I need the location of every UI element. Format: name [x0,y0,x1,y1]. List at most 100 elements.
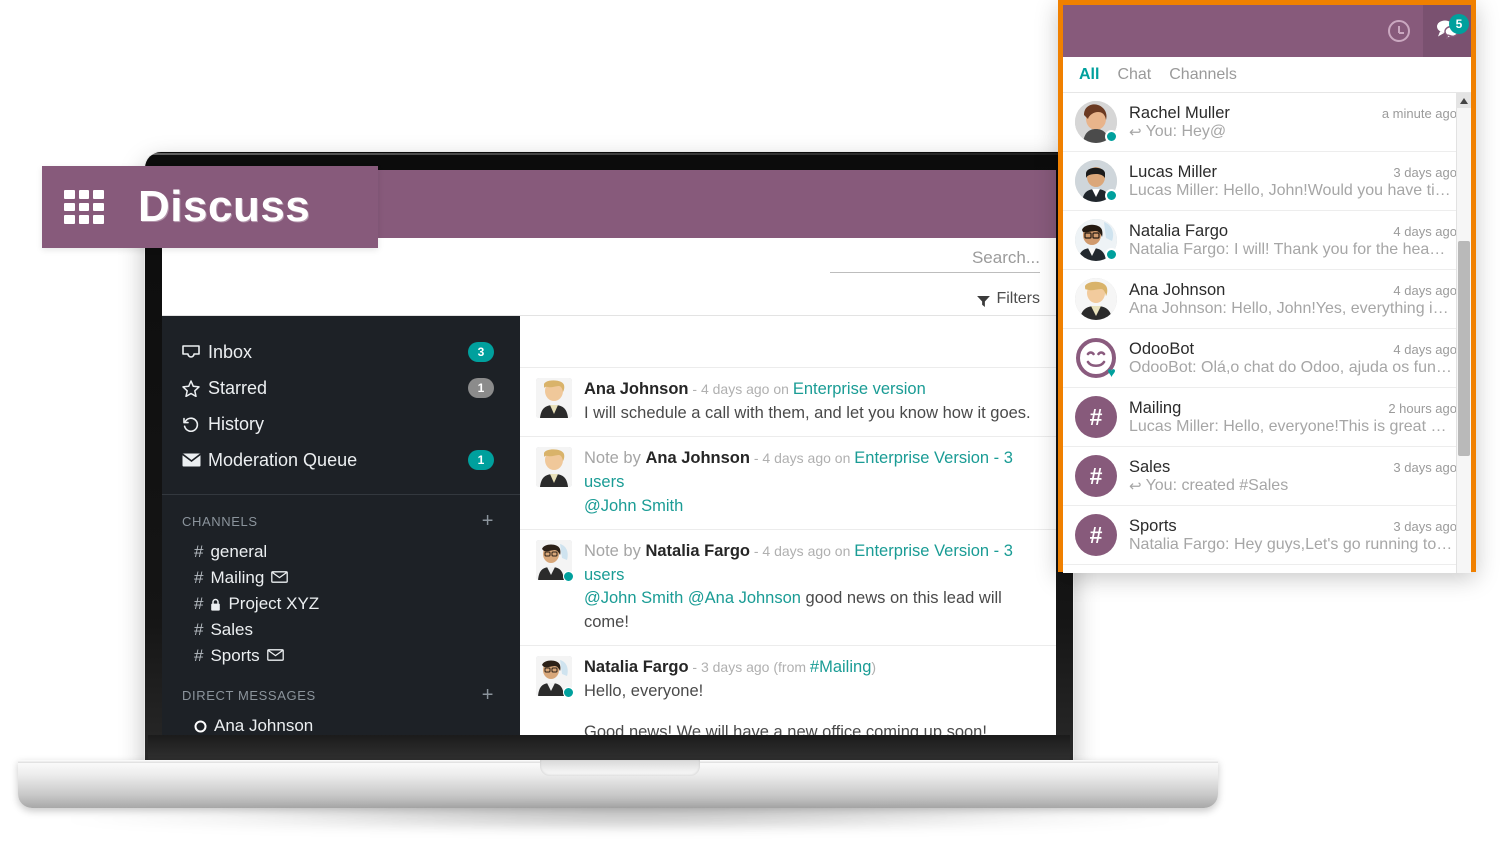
avatar [536,378,572,422]
thread-title-row: Rachel Muller a minute ago [1129,104,1457,123]
message-author: Ana Johnson [584,380,689,398]
scroll-up-arrow-icon[interactable] [1456,93,1471,108]
activity-menu-button[interactable] [1375,5,1423,57]
sidebar-channel-project-xyz[interactable]: # Project XYZ [162,591,520,617]
reply-arrow-icon: ↩ [1129,123,1142,141]
sidebar-item-starred[interactable]: Starred 1 [162,370,520,406]
message-author: Natalia Fargo [645,541,750,560]
thread-title-row: Ana Johnson 4 days ago [1129,281,1457,300]
systray: 5 [1063,5,1471,57]
tab-channels[interactable]: Channels [1169,66,1237,84]
mention-ana-johnson[interactable]: @Ana Johnson [688,589,801,607]
mention-john-smith[interactable]: @John Smith [584,497,683,515]
sidebar-item-moderation-queue[interactable]: Moderation Queue 1 [162,442,520,478]
dm-header-label: DIRECT MESSAGES [182,687,316,703]
message-record-link[interactable]: Enterprise version [793,380,926,398]
thread-list-scrollbar[interactable] [1456,93,1471,573]
scrollbar-thumb[interactable] [1458,241,1470,456]
thread-item-sports[interactable]: # Sports 3 days ago Natalia Fargo: Hey g… [1063,506,1471,565]
app-body: Inbox 3 Starred 1 History Moderation Que… [162,316,1056,745]
sidebar-channel-mailing[interactable]: # Mailing [162,565,520,591]
tab-chat[interactable]: Chat [1117,66,1151,84]
thread-item-odoobot[interactable]: ♥ OdooBot 4 days ago OdooBot: Olá,o chat… [1063,329,1471,388]
inbox-icon [182,344,208,360]
message-text: I will schedule a call with them, and le… [584,403,1031,422]
apps-grid-icon[interactable] [64,190,104,224]
thread-preview: OdooBot: Olá,o chat do Odoo, ajuda os fu… [1129,359,1457,377]
messaging-menu-button[interactable]: 5 [1423,5,1471,57]
message-row[interactable]: Natalia Fargo - 3 days ago (from #Mailin… [520,646,1056,745]
thread-time: 3 days ago [1393,459,1457,475]
message-channel-link[interactable]: #Mailing [810,658,871,676]
star-icon [182,379,208,397]
sidebar-channel-general[interactable]: # general [162,539,520,565]
thread-time: 2 hours ago [1388,400,1457,416]
thread-name: Lucas Miller [1129,162,1218,181]
avatar: # [1075,455,1117,497]
thread-info: OdooBot 4 days ago OdooBot: Olá,o chat d… [1129,340,1457,377]
control-panel: Search... Filters [162,238,1056,316]
hash-icon: # [194,646,204,665]
avatar: ♥ [1075,337,1117,379]
search-input[interactable]: Search... [830,248,1040,273]
thread-item-lucas-miller[interactable]: Lucas Miller 3 days ago Lucas Miller: He… [1063,152,1471,211]
mention-john-smith[interactable]: @John Smith [584,589,683,607]
thread-title-row: Sports 3 days ago [1129,517,1457,536]
thread-title-row: Sales 3 days ago [1129,458,1457,477]
tab-all[interactable]: All [1079,66,1099,84]
note-prefix: Note by [584,541,646,560]
thread-time: 4 days ago [1393,282,1457,298]
thread-item-sales[interactable]: # Sales 3 days ago ↩ You: created #Sales [1063,447,1471,506]
hash-icon: # [1075,455,1117,497]
message-meta: - 3 days ago (from [688,659,810,676]
hash-icon: # [194,620,204,639]
thread-item-rachel-muller[interactable]: Rachel Muller a minute ago ↩ You: Hey@ [1063,93,1471,152]
direct-messages-header: DIRECT MESSAGES + [162,669,520,713]
hash-icon: # [194,568,204,587]
messaging-menu-panel[interactable]: 5 All Chat Channels Rachel Muller a minu… [1058,0,1476,573]
thread-name: Sales [1129,457,1171,476]
thread-preview: ↩ You: created #Sales [1129,477,1457,495]
thread-time: 3 days ago [1393,518,1457,534]
add-channel-button[interactable]: + [482,511,494,531]
message-header: Natalia Fargo - 3 days ago (from #Mailin… [584,656,1042,680]
avatar: # [1075,396,1117,438]
online-status-dot [1105,189,1118,202]
thread-list[interactable]: Rachel Muller a minute ago ↩ You: Hey@ L… [1063,93,1471,573]
sidebar-item-label: Starred [208,377,268,398]
inbox-badge: 3 [468,342,494,362]
thread-info: Mailing 2 hours ago Lucas Miller: Hello,… [1129,399,1457,436]
sidebar-channel-sales[interactable]: # Sales [162,617,520,643]
thread-item-mailing[interactable]: # Mailing 2 hours ago Lucas Miller: Hell… [1063,388,1471,447]
thread-name: Natalia Fargo [1129,221,1229,240]
thread-item-ana-johnson[interactable]: Ana Johnson 4 days ago Ana Johnson: Hell… [1063,270,1471,329]
message-row[interactable]: Ana Johnson - 4 days ago on Enterprise v… [520,368,1056,437]
message-meta-end: ) [871,659,877,676]
thread-item-natalia-fargo[interactable]: Natalia Fargo 4 days ago Natalia Fargo: … [1063,211,1471,270]
add-dm-button[interactable]: + [482,685,494,705]
thread-name: Sports [1129,516,1177,535]
ana-johnson-avatar [536,446,572,487]
sidebar-item-inbox[interactable]: Inbox 3 [162,334,520,370]
sidebar-item-label: History [208,413,265,434]
thread-preview-text: Lucas Miller: Hello, John!Would you have… [1129,181,1451,199]
thread-time: 4 days ago [1393,341,1457,357]
avatar [1075,219,1118,261]
hash-icon: # [1075,396,1117,438]
message-header: Note by Natalia Fargo - 4 days ago on En… [584,540,1042,588]
thread-name: OdooBot [1129,339,1195,358]
filters-button[interactable]: Filters [977,290,1040,308]
message-row[interactable]: Note by Ana Johnson - 4 days ago on Ente… [520,437,1056,530]
message-row[interactable]: Note by Natalia Fargo - 4 days ago on En… [520,530,1056,647]
message-feed[interactable]: Ana Johnson - 4 days ago on Enterprise v… [520,316,1056,745]
thread-time: a minute ago [1381,105,1457,121]
online-status-dot [1105,248,1118,261]
sidebar-item-history[interactable]: History [162,406,520,442]
online-status-dot [563,570,574,582]
thread-name: Rachel Muller [1129,103,1230,122]
thread-title-row: Lucas Miller 3 days ago [1129,163,1457,182]
sidebar-item-label: Moderation Queue [208,449,358,470]
envelope-icon [182,453,208,467]
sidebar-channel-sports[interactable]: # Sports [162,643,520,669]
